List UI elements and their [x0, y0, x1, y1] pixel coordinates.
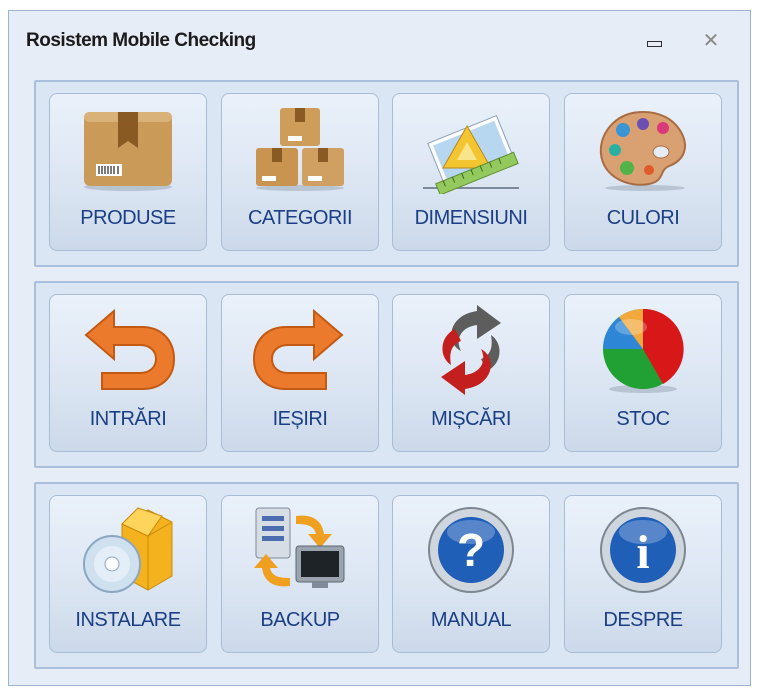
backup-label: BACKUP	[260, 609, 340, 631]
utilities-group: INSTALARE BACKUP ? MANUAL i DESPRE	[34, 482, 739, 669]
produse-button[interactable]: PRODUSE	[49, 93, 207, 251]
info-icon: i	[593, 506, 693, 596]
package-box-icon	[78, 104, 178, 194]
help-question-icon: ?	[421, 506, 521, 596]
stoc-button[interactable]: STOC	[564, 294, 722, 452]
produse-label: PRODUSE	[80, 207, 176, 229]
install-cd-box-icon	[78, 506, 178, 596]
stoc-label: STOC	[616, 408, 670, 430]
catalog-group: PRODUSE CATEGORII DIMENSIUNI CULORI	[34, 80, 739, 267]
iesiri-label: IEȘIRI	[272, 408, 328, 430]
dimensiuni-label: DIMENSIUNI	[414, 207, 528, 229]
intrari-label: INTRĂRI	[89, 408, 167, 430]
window-title: Rosistem Mobile Checking	[26, 30, 256, 51]
inventory-group: INTRĂRI IEȘIRI MIȘCĂRI STOC	[34, 281, 739, 468]
triangle-ruler-icon	[421, 104, 521, 194]
svg-text:?: ?	[457, 524, 485, 576]
instalare-label: INSTALARE	[75, 609, 181, 631]
dimensiuni-button[interactable]: DIMENSIUNI	[392, 93, 550, 251]
iesiri-button[interactable]: IEȘIRI	[221, 294, 379, 452]
miscari-button[interactable]: MIȘCĂRI	[392, 294, 550, 452]
redo-arrow-icon	[250, 305, 350, 395]
categorii-label: CATEGORII	[247, 207, 353, 229]
categorii-button[interactable]: CATEGORII	[221, 93, 379, 251]
backup-button[interactable]: BACKUP	[221, 495, 379, 653]
stacked-boxes-icon	[250, 104, 350, 194]
paint-palette-icon	[593, 104, 693, 194]
title-bar: Rosistem Mobile Checking ✕	[9, 11, 750, 71]
pie-chart-icon	[593, 305, 693, 395]
svg-text:i: i	[636, 526, 649, 579]
backup-transfer-icon	[250, 506, 350, 596]
undo-arrow-icon	[78, 305, 178, 395]
sync-arrows-icon	[421, 305, 521, 395]
culori-button[interactable]: CULORI	[564, 93, 722, 251]
manual-label: MANUAL	[430, 609, 512, 631]
despre-button[interactable]: i DESPRE	[564, 495, 722, 653]
main-window: Rosistem Mobile Checking ✕ PRODUSE CATEG…	[8, 10, 751, 686]
instalare-button[interactable]: INSTALARE	[49, 495, 207, 653]
intrari-button[interactable]: INTRĂRI	[49, 294, 207, 452]
despre-label: DESPRE	[603, 609, 683, 631]
close-button[interactable]: ✕	[699, 29, 723, 53]
minimize-button[interactable]	[642, 31, 666, 53]
manual-button[interactable]: ? MANUAL	[392, 495, 550, 653]
miscari-label: MIȘCĂRI	[431, 408, 511, 430]
culori-label: CULORI	[606, 207, 680, 229]
